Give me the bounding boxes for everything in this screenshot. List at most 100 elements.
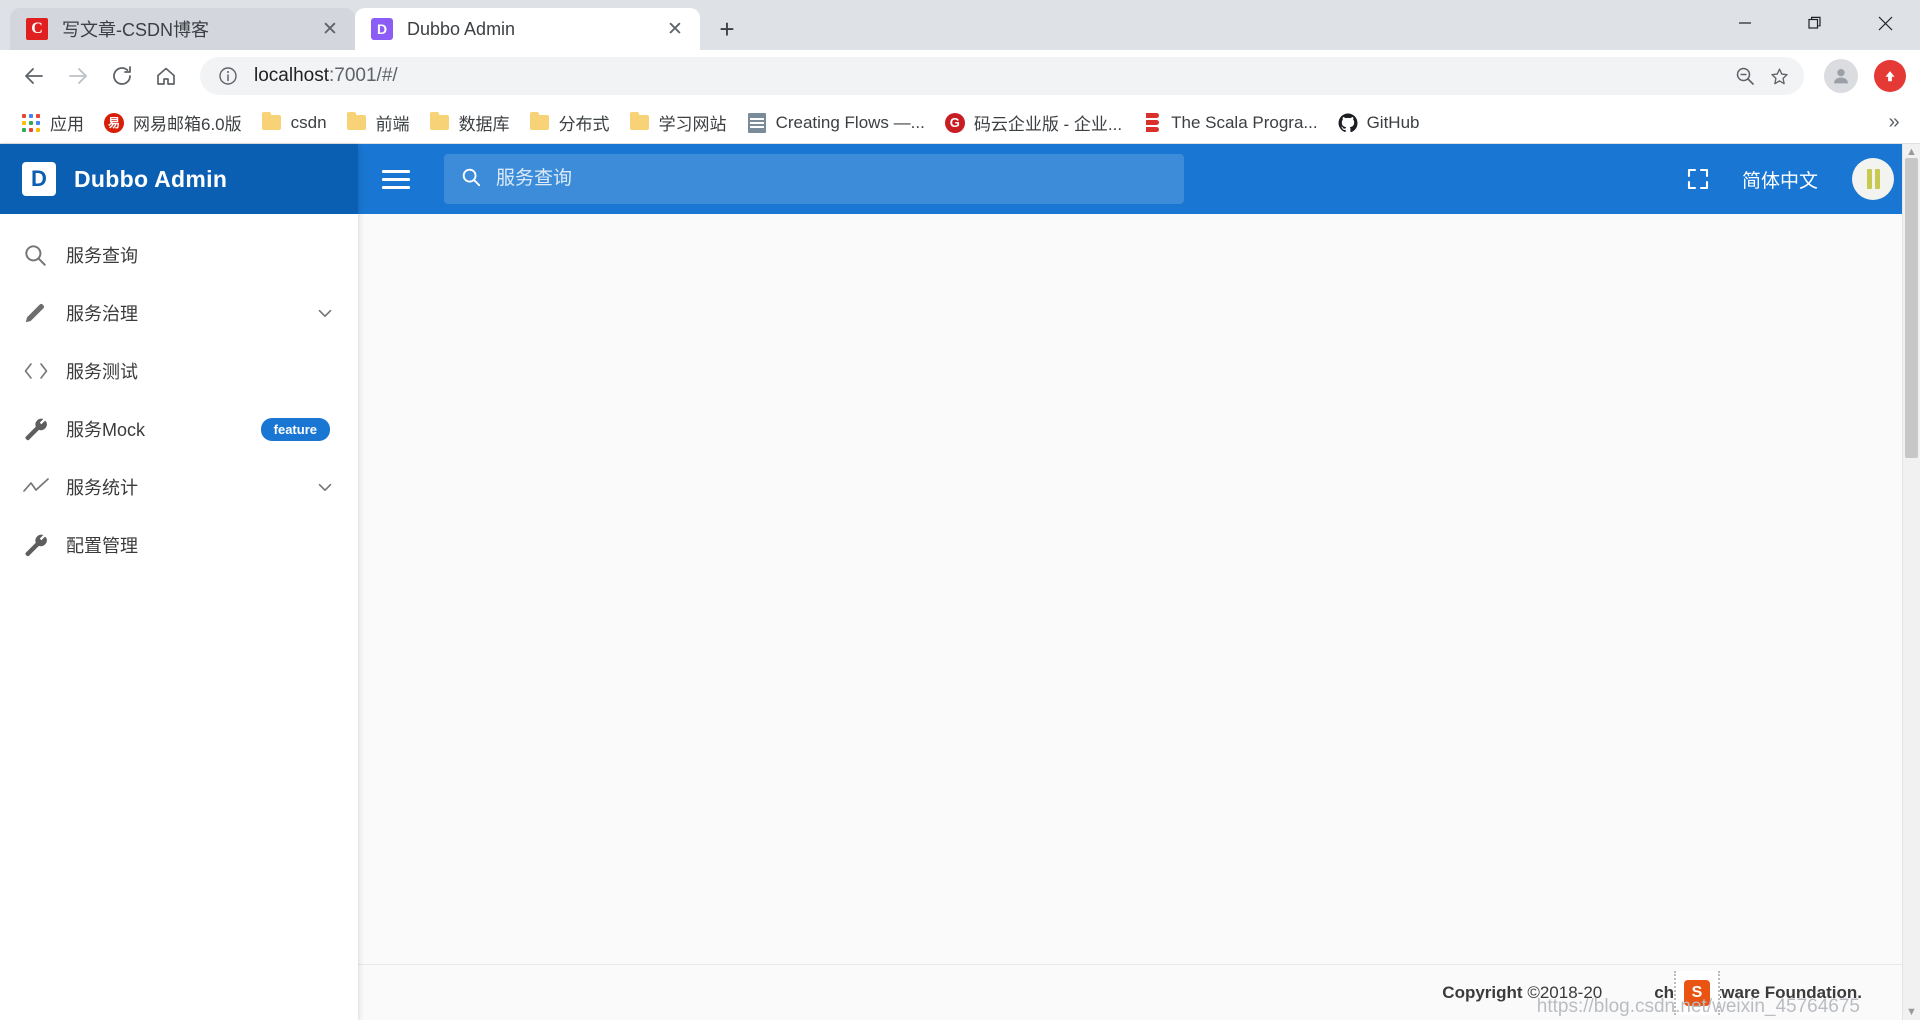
back-button[interactable] <box>14 56 54 96</box>
back-arrow-icon <box>25 68 43 84</box>
update-button[interactable] <box>1874 60 1906 92</box>
search-icon <box>22 242 66 268</box>
service-search-box[interactable] <box>444 154 1184 204</box>
watermark-badge-glyph: S <box>1684 980 1710 1006</box>
scrollbar-track[interactable] <box>1903 158 1920 1006</box>
bookmark-netease-mail[interactable]: 易 网易邮箱6.0版 <box>95 107 251 139</box>
tab-title: 写文章-CSDN博客 <box>62 20 209 40</box>
forward-button[interactable] <box>58 56 98 96</box>
folder-icon <box>262 112 282 133</box>
page-scrollbar[interactable]: ▲ ▼ <box>1902 144 1920 1020</box>
bookmark-csdn-folder[interactable]: csdn <box>253 107 336 139</box>
chevron-down-icon[interactable] <box>314 476 336 498</box>
browser-tab-csdn[interactable]: C 写文章-CSDN博客 ✕ <box>10 8 355 50</box>
sidebar-item-service-test[interactable]: 服务测试 <box>0 342 358 400</box>
csdn-icon: C <box>26 18 48 40</box>
fullscreen-button[interactable] <box>1670 157 1726 201</box>
forward-arrow-icon <box>69 68 87 84</box>
apps-grid-icon <box>21 113 41 133</box>
netease-mail-icon: 易 <box>104 112 124 133</box>
language-switcher[interactable]: 简体中文 <box>1726 157 1834 201</box>
restore-icon <box>1807 16 1821 29</box>
close-icon <box>1878 16 1892 30</box>
search-input[interactable] <box>496 168 1168 190</box>
bookmark-creating-flows[interactable]: Creating Flows —... <box>738 107 934 139</box>
browser-tab-dubbo-admin[interactable]: D Dubbo Admin ✕ <box>355 8 700 50</box>
url-path: :7001/#/ <box>329 65 398 86</box>
bookmark-label: 前端 <box>375 115 410 134</box>
copyright-body: ©2018-20 <box>1527 982 1603 1002</box>
copyright-prefix: Copyright <box>1442 982 1523 1002</box>
bookmark-gitee[interactable]: G 码云企业版 - 企业... <box>936 107 1131 139</box>
bookmark-study-sites-folder[interactable]: 学习网站 <box>621 107 736 139</box>
upload-arrow-icon <box>1885 71 1895 82</box>
browser-titlebar: C 写文章-CSDN博客 ✕ D Dubbo Admin ✕ + <box>0 0 1920 50</box>
bookmark-github[interactable]: GitHub <box>1329 107 1429 139</box>
gitee-icon: G <box>944 112 965 133</box>
app-main: 简体中文 Copyright ©2018-20 che Software Fou… <box>358 144 1920 1020</box>
sidebar-item-config-management[interactable]: 配置管理 <box>0 516 358 574</box>
url-host: localhost <box>254 65 329 86</box>
close-icon[interactable]: ✕ <box>317 16 343 42</box>
bookmark-frontend-folder[interactable]: 前端 <box>338 107 419 139</box>
chevron-down-icon[interactable] <box>314 302 336 324</box>
bookmark-database-folder[interactable]: 数据库 <box>421 107 519 139</box>
bookmark-distributed-folder[interactable]: 分布式 <box>521 107 619 139</box>
bookmark-label: 学习网站 <box>658 115 727 134</box>
site-info-icon[interactable] <box>216 64 240 88</box>
folder-icon <box>630 112 650 133</box>
browser-toolbar: localhost:7001/#/ <box>0 50 1920 102</box>
new-tab-button[interactable]: + <box>710 12 744 46</box>
sidebar-item-service-governance[interactable]: 服务治理 <box>0 284 358 342</box>
csdn-icon-glyph: C <box>26 18 48 40</box>
netease-mail-icon-glyph: 易 <box>104 112 124 133</box>
scroll-up-arrow-icon[interactable]: ▲ <box>1906 146 1917 158</box>
folder-icon <box>530 112 550 133</box>
sidebar-item-service-mock[interactable]: 服务Mock feature <box>0 400 358 458</box>
browser-profile-avatar[interactable] <box>1824 59 1858 93</box>
bookmarks-overflow-button[interactable]: » <box>1880 109 1908 137</box>
search-icon <box>460 166 482 193</box>
main-content-area <box>358 214 1920 964</box>
app-header: 简体中文 <box>358 144 1920 214</box>
user-avatar[interactable] <box>1852 158 1894 200</box>
bookmark-star-icon[interactable] <box>1762 59 1796 93</box>
bookmark-apps[interactable]: 应用 <box>12 107 93 139</box>
sidebar-item-label: 配置管理 <box>66 536 138 556</box>
dubbo-icon: D <box>371 18 393 40</box>
zoom-out-icon[interactable] <box>1728 59 1762 93</box>
sidebar-item-label: 服务统计 <box>66 478 138 498</box>
dubbo-logo-icon: D <box>22 162 56 196</box>
bookmark-scala[interactable]: The Scala Progra... <box>1133 107 1326 139</box>
wrench-icon <box>22 532 66 558</box>
bookmark-label: 数据库 <box>458 115 510 134</box>
close-icon[interactable]: ✕ <box>662 16 688 42</box>
scroll-down-arrow-icon[interactable]: ▼ <box>1906 1006 1917 1018</box>
bookmark-label: csdn <box>290 112 327 132</box>
avatar-glyph <box>1866 169 1880 189</box>
close-window-button[interactable] <box>1850 0 1920 46</box>
hamburger-icon[interactable] <box>382 169 422 189</box>
minimize-button[interactable] <box>1710 0 1780 46</box>
tabstrip: C 写文章-CSDN博客 ✕ D Dubbo Admin ✕ + <box>0 0 744 50</box>
fullscreen-icon <box>1687 168 1709 190</box>
app-brand[interactable]: D Dubbo Admin <box>0 144 358 214</box>
copyright-text: Copyright ©2018-20 che Software Foundati… <box>1442 983 1862 1003</box>
bookmarks-bar: 应用 易 网易邮箱6.0版 csdn 前端 数据库 分布式 学习网站 Creat… <box>0 102 1920 144</box>
scrollbar-thumb[interactable] <box>1905 158 1918 458</box>
bookmark-label: GitHub <box>1366 112 1420 132</box>
address-bar[interactable]: localhost:7001/#/ <box>200 57 1804 95</box>
reload-button[interactable] <box>102 56 142 96</box>
sidebar-menu: 服务查询 服务治理 服务测试 服务Mock feature 服务统计 配置管理 <box>0 214 358 1020</box>
page-viewport: D Dubbo Admin 服务查询 服务治理 服务测试 服务Mock feat… <box>0 144 1920 1020</box>
bookmark-label: Creating Flows —... <box>775 112 925 132</box>
trending-line-icon <box>22 476 66 498</box>
sidebar-item-service-statistics[interactable]: 服务统计 <box>0 458 358 516</box>
folder-icon <box>347 112 367 133</box>
home-button[interactable] <box>146 56 186 96</box>
maximize-button[interactable] <box>1780 0 1850 46</box>
bookmark-label: 网易邮箱6.0版 <box>133 115 242 134</box>
app-title: Dubbo Admin <box>74 165 228 192</box>
dubbo-icon-glyph: D <box>371 18 393 40</box>
sidebar-item-service-search[interactable]: 服务查询 <box>0 226 358 284</box>
